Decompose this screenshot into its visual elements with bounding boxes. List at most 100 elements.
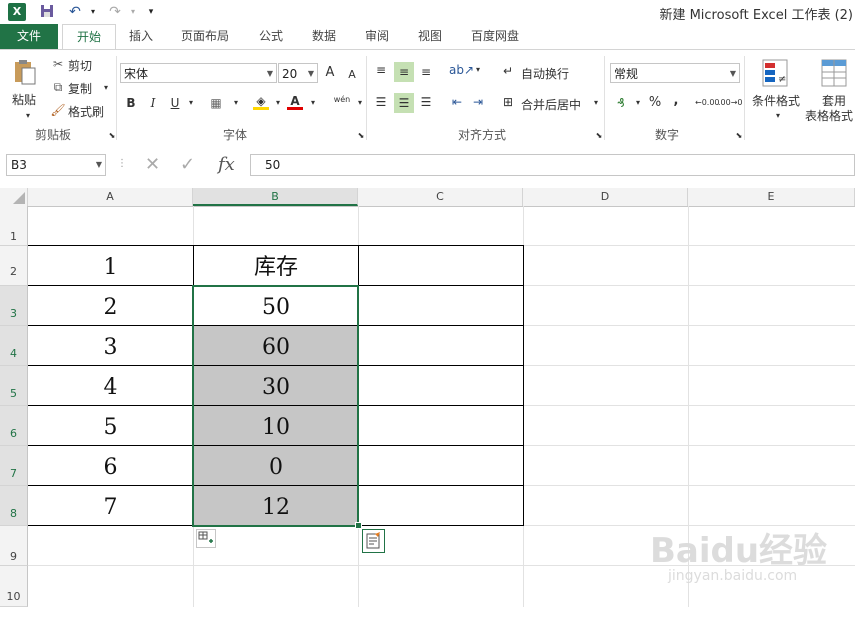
cell-a2[interactable]: 1 (28, 246, 194, 286)
column-header-c[interactable]: C (358, 188, 523, 206)
increase-decimal-icon[interactable]: ←0.00 (695, 95, 720, 111)
merge-center-button[interactable]: 合并后居中 (521, 96, 581, 113)
tab-baidu-netdisk[interactable]: 百度网盘 (462, 24, 528, 49)
increase-indent-icon[interactable]: ⇥ (470, 94, 486, 110)
cell-c3[interactable] (359, 286, 524, 326)
conditional-format-dropdown-icon[interactable]: ▾ (770, 108, 786, 124)
cell-a4[interactable]: 3 (28, 326, 194, 366)
conditional-format-icon[interactable]: ≠ (761, 58, 789, 88)
font-color-dropdown-icon[interactable]: ▾ (305, 95, 321, 111)
align-bottom-icon[interactable]: ≡ (418, 64, 434, 80)
row-header-9[interactable]: 9 (0, 526, 28, 566)
align-right-icon[interactable]: ☰ (418, 94, 434, 110)
italic-button[interactable]: I (145, 95, 161, 111)
cell-a8[interactable]: 7 (28, 486, 194, 526)
align-middle-icon[interactable]: ≡ (394, 62, 414, 82)
format-as-table-icon[interactable] (820, 58, 848, 88)
tab-review[interactable]: 审阅 (355, 24, 399, 49)
format-as-table-line2[interactable]: 表格格式 (805, 107, 853, 124)
font-size-select[interactable]: 20 ▼ (278, 63, 318, 83)
formula-input[interactable]: 50 (250, 154, 855, 176)
row-header-4[interactable]: 4 (0, 326, 28, 366)
decrease-indent-icon[interactable]: ⇤ (449, 94, 465, 110)
font-name-select[interactable]: 宋体 ▼ (120, 63, 277, 83)
column-header-d[interactable]: D (523, 188, 688, 206)
paste-dropdown-icon[interactable]: ▾ (20, 108, 36, 124)
cell-c5[interactable] (359, 366, 524, 406)
row-header-6[interactable]: 6 (0, 406, 28, 446)
decrease-font-icon[interactable]: A (344, 67, 360, 83)
cell-a3[interactable]: 2 (28, 286, 194, 326)
align-left-icon[interactable]: ☰ (373, 94, 389, 110)
tab-insert[interactable]: 插入 (120, 24, 162, 49)
row-header-5[interactable]: 5 (0, 366, 28, 406)
row-header-10[interactable]: 10 (0, 566, 28, 607)
underline-button[interactable]: U (167, 95, 183, 111)
cell-c2[interactable] (359, 246, 524, 286)
auto-fill-options-icon[interactable] (196, 529, 216, 548)
merge-dropdown-icon[interactable]: ▾ (588, 95, 604, 111)
cell-b2[interactable]: 库存 (194, 246, 359, 286)
phonetic-icon[interactable]: wén (331, 92, 353, 108)
align-top-icon[interactable]: ≡ (373, 62, 389, 78)
paste-icon[interactable] (12, 58, 38, 86)
tab-file[interactable]: 文件 (0, 24, 58, 49)
orientation-icon[interactable]: ab↗ (449, 62, 474, 78)
customize-qat-icon[interactable]: ▾ (142, 3, 160, 21)
comma-button[interactable]: , (668, 93, 684, 109)
border-icon[interactable]: ▦ (208, 95, 224, 111)
cell-c8[interactable] (359, 486, 524, 526)
currency-dropdown-icon[interactable]: ▾ (630, 95, 646, 111)
clipboard-launcher-icon[interactable]: ⬊ (104, 128, 120, 144)
cell-a5[interactable]: 4 (28, 366, 194, 406)
tab-formulas[interactable]: 公式 (248, 24, 294, 49)
bold-button[interactable]: B (123, 95, 139, 111)
row-header-7[interactable]: 7 (0, 446, 28, 486)
column-header-b[interactable]: B (193, 188, 358, 206)
row-header-2[interactable]: 2 (0, 246, 28, 286)
name-box[interactable]: B3 ▼ (6, 154, 106, 176)
decrease-decimal-icon[interactable]: .00→0 (718, 95, 743, 111)
fill-handle[interactable] (355, 522, 362, 529)
save-icon[interactable] (38, 3, 56, 21)
paste-button[interactable]: 粘贴 (12, 91, 36, 108)
row-header-8[interactable]: 8 (0, 486, 28, 526)
column-header-a[interactable]: A (28, 188, 193, 206)
cell-c7[interactable] (359, 446, 524, 486)
row-header-3[interactable]: 3 (0, 286, 28, 326)
select-all-corner[interactable] (0, 188, 28, 206)
percent-button[interactable]: % (647, 95, 663, 111)
tab-page-layout[interactable]: 页面布局 (172, 24, 238, 49)
align-center-icon[interactable]: ☰ (394, 93, 414, 113)
underline-dropdown-icon[interactable]: ▾ (183, 95, 199, 111)
copy-dropdown-icon[interactable]: ▾ (98, 80, 114, 96)
insert-function-icon[interactable]: fx (218, 154, 235, 175)
undo-dropdown-icon[interactable]: ▾ (84, 3, 102, 21)
fill-color-icon[interactable]: ◈ (253, 93, 269, 110)
fill-color-dropdown-icon[interactable]: ▾ (270, 95, 286, 111)
cell-a6[interactable]: 5 (28, 406, 194, 446)
tab-data[interactable]: 数据 (302, 24, 346, 49)
cell-a7[interactable]: 6 (28, 446, 194, 486)
quick-analysis-icon[interactable] (362, 529, 385, 553)
conditional-format-button[interactable]: 条件格式 (752, 92, 800, 109)
format-painter-button[interactable]: 格式刷 (68, 103, 104, 120)
wrap-text-button[interactable]: 自动换行 (521, 65, 569, 82)
number-format-select[interactable]: 常规 ▼ (610, 63, 740, 83)
tab-home[interactable]: 开始 (62, 24, 116, 50)
undo-icon[interactable]: ↶ (66, 3, 84, 21)
enter-icon[interactable]: ✓ (180, 154, 195, 175)
row-header-1[interactable]: 1 (0, 206, 28, 246)
tab-view[interactable]: 视图 (408, 24, 452, 49)
redo-dropdown-icon[interactable]: ▾ (124, 3, 142, 21)
font-color-icon[interactable]: A (287, 93, 303, 110)
orientation-dropdown-icon[interactable]: ▾ (470, 62, 486, 78)
currency-icon[interactable]: ₰ (613, 95, 629, 111)
increase-font-icon[interactable]: A (322, 65, 338, 81)
border-dropdown-icon[interactable]: ▾ (228, 95, 244, 111)
cell-c6[interactable] (359, 406, 524, 446)
copy-button[interactable]: 复制 (68, 80, 92, 97)
column-header-e[interactable]: E (688, 188, 855, 206)
cut-button[interactable]: 剪切 (68, 57, 92, 74)
cell-c4[interactable] (359, 326, 524, 366)
